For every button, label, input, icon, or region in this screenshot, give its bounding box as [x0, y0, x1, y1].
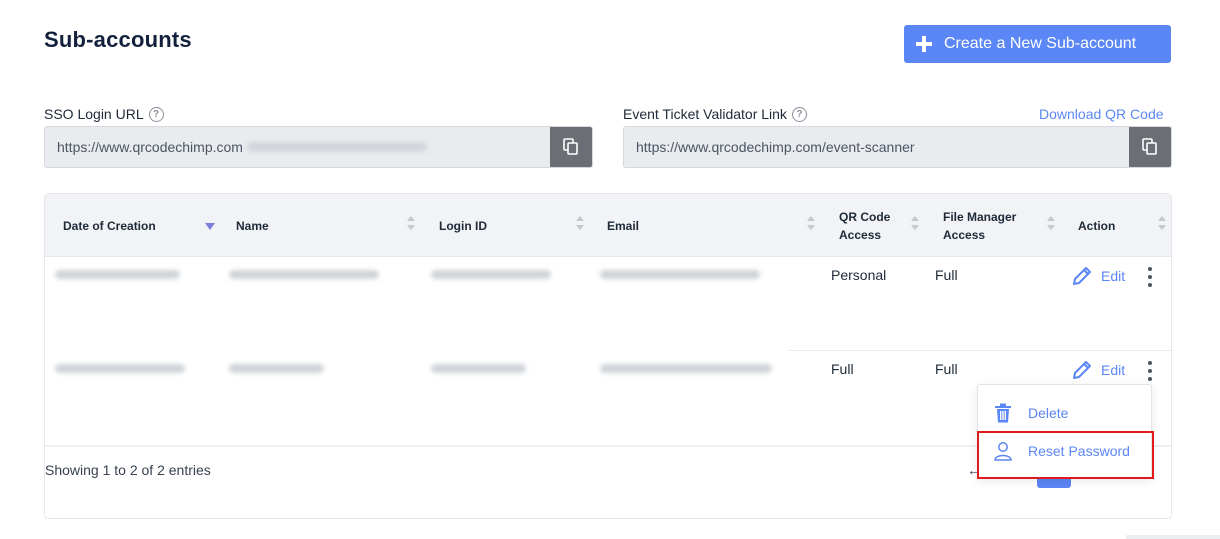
create-sub-account-label: Create a New Sub-account: [944, 35, 1137, 52]
trash-icon: [995, 403, 1011, 423]
reset-password-menu-item[interactable]: Reset Password: [978, 432, 1151, 470]
sso-label-text: SSO Login URL: [44, 106, 144, 122]
copy-validator-url-button[interactable]: [1129, 127, 1171, 167]
redacted-login-id: [431, 270, 551, 279]
sort-icon[interactable]: [576, 216, 584, 230]
column-date-of-creation[interactable]: Date of Creation: [63, 194, 156, 257]
sort-desc-icon[interactable]: [205, 223, 215, 230]
qr-code-access-value: Full: [831, 361, 854, 377]
entries-info: Showing 1 to 2 of 2 entries: [45, 462, 211, 478]
sort-icon[interactable]: [807, 216, 815, 230]
sort-icon[interactable]: [407, 216, 415, 230]
column-login-id[interactable]: Login ID: [439, 194, 487, 257]
edit-label: Edit: [1101, 362, 1126, 378]
user-icon: [994, 442, 1012, 461]
sso-url-text: https://www.qrcodechimp.com: [57, 139, 243, 155]
sort-icon[interactable]: [1158, 216, 1166, 230]
pencil-icon: [1073, 267, 1091, 285]
redacted-name: [229, 364, 324, 373]
redacted-url-part: [246, 142, 427, 152]
qr-code-access-value: Personal: [831, 267, 887, 283]
sso-url-field[interactable]: https://www.qrcodechimp.com: [44, 126, 593, 168]
redacted-login-id: [431, 364, 526, 373]
edit-button[interactable]: Edit: [1071, 359, 1125, 381]
event-validator-label: Event Ticket Validator Link ?: [623, 106, 807, 122]
download-qr-code-link[interactable]: Download QR Code: [1039, 106, 1164, 122]
sort-icon[interactable]: [1047, 216, 1055, 230]
create-sub-account-button[interactable]: Create a New Sub-account: [904, 25, 1171, 63]
copy-icon: [1142, 138, 1157, 155]
table-row: Personal Full Edit: [45, 257, 1171, 351]
table-header: Date of Creation Name Login ID Email QR …: [45, 194, 1171, 257]
column-file-manager-access[interactable]: File Manager Access: [943, 194, 1033, 257]
help-icon[interactable]: ?: [148, 106, 164, 122]
copy-icon: [563, 138, 578, 155]
edit-button[interactable]: Edit: [1071, 265, 1125, 287]
pencil-icon: [1073, 361, 1091, 379]
validator-label-text: Event Ticket Validator Link: [623, 106, 787, 122]
column-qr-code-access[interactable]: QR Code Access: [839, 194, 899, 257]
help-icon[interactable]: ?: [791, 106, 807, 122]
validator-url-text: https://www.qrcodechimp.com/event-scanne…: [636, 139, 915, 155]
delete-label: Delete: [1028, 405, 1069, 421]
more-actions-icon[interactable]: [1145, 267, 1155, 287]
column-email[interactable]: Email: [607, 194, 639, 257]
redacted-name: [229, 270, 379, 279]
redacted-date: [55, 364, 185, 373]
page-title: Sub-accounts: [44, 27, 192, 52]
file-manager-access-value: Full: [935, 361, 958, 377]
file-manager-access-value: Full: [935, 267, 958, 283]
redacted-email: [600, 270, 760, 279]
redacted-email: [600, 364, 772, 373]
sort-icon[interactable]: [911, 216, 919, 230]
more-actions-icon[interactable]: [1145, 361, 1155, 381]
redacted-date: [55, 270, 180, 279]
reset-password-label: Reset Password: [1028, 443, 1130, 459]
column-action: Action: [1078, 218, 1116, 233]
page-edge-shadow: [1126, 535, 1220, 539]
validator-url-field[interactable]: https://www.qrcodechimp.com/event-scanne…: [623, 126, 1172, 168]
row-actions-menu: Delete Reset Password: [977, 384, 1152, 478]
column-name[interactable]: Name: [236, 194, 269, 257]
delete-menu-item[interactable]: Delete: [978, 394, 1151, 432]
plus-icon: [904, 36, 944, 52]
copy-sso-url-button[interactable]: [550, 127, 592, 167]
sso-login-url-label: SSO Login URL ?: [44, 106, 164, 122]
edit-label: Edit: [1101, 268, 1126, 284]
